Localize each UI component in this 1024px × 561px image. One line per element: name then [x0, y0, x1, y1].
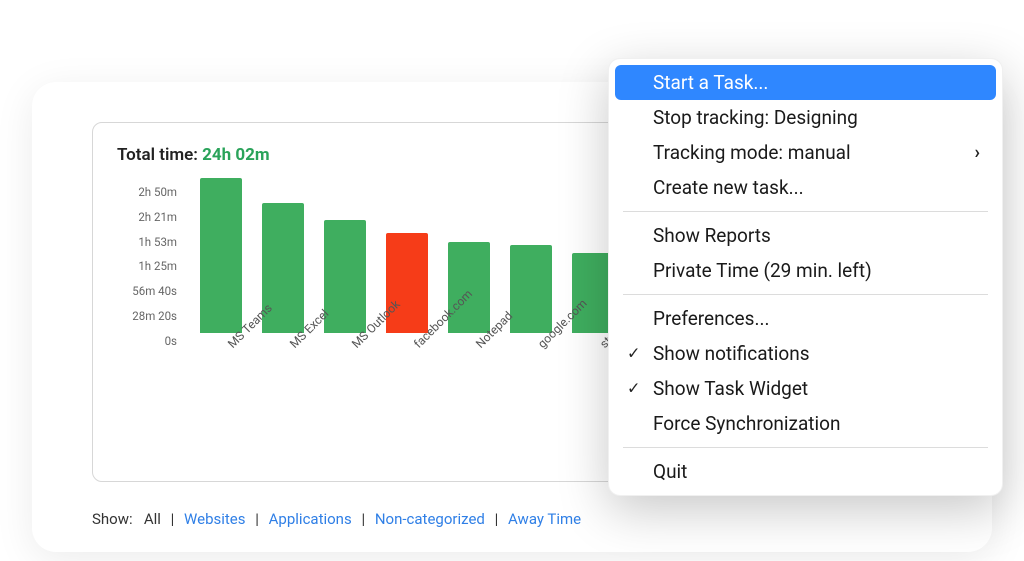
menu-separator: [623, 294, 988, 295]
bar[interactable]: [386, 233, 428, 333]
y-tick: 1h 25m: [138, 261, 177, 273]
menu-item-label: Stop tracking: Designing: [653, 106, 858, 129]
bar[interactable]: [200, 178, 242, 333]
menu-private-time[interactable]: Private Time (29 min. left): [609, 253, 1002, 288]
bar-column: facebook.com: [386, 233, 428, 347]
bar-column: MS Teams: [200, 178, 242, 347]
menu-force-sync[interactable]: Force Synchronization: [609, 406, 1002, 441]
bar[interactable]: [510, 245, 552, 333]
bar-label: MS Outlook: [349, 341, 359, 351]
menu-item-label: Show Reports: [653, 224, 771, 247]
bars-container: MS TeamsMS ExcelMS Outlookfacebook.comNo…: [182, 187, 614, 347]
bar-label: stackoverflow.com: [597, 341, 607, 351]
bar[interactable]: [448, 242, 490, 333]
check-icon: ✓: [627, 378, 640, 397]
bar-label: MS Teams: [225, 341, 235, 351]
menu-item-label: Private Time (29 min. left): [653, 259, 872, 282]
bar-column: MS Outlook: [324, 220, 366, 347]
menu-item-label: Tracking mode: manual: [653, 141, 851, 164]
menu-item-label: Show notifications: [653, 342, 810, 365]
menu-item-label: Preferences...: [653, 307, 769, 330]
menu-quit[interactable]: Quit: [609, 454, 1002, 489]
separator: |: [495, 510, 499, 528]
y-tick: 0s: [165, 336, 177, 348]
filter-awaytime[interactable]: Away Time: [508, 510, 581, 528]
filter-applications[interactable]: Applications: [269, 510, 352, 528]
menu-separator: [623, 447, 988, 448]
filter-label: Show:: [92, 510, 133, 528]
filter-row: Show: All | Websites | Applications | No…: [92, 510, 932, 528]
y-tick: 1h 53m: [138, 237, 177, 249]
bar-label: MS Excel: [287, 341, 297, 351]
menu-item-label: Force Synchronization: [653, 412, 840, 435]
menu-start-task[interactable]: Start a Task...: [615, 65, 996, 100]
menu-item-label: Show Task Widget: [653, 377, 808, 400]
bar-label: google.com: [535, 341, 545, 351]
separator: |: [255, 510, 259, 528]
menu-item-label: Quit: [653, 460, 687, 483]
bar-column: google.com: [510, 245, 552, 347]
menu-tracking-mode[interactable]: Tracking mode: manual ›: [609, 135, 1002, 170]
menu-separator: [623, 211, 988, 212]
total-time-value: 24h 02m: [202, 145, 270, 165]
check-icon: ✓: [627, 343, 640, 362]
menu-item-label: Create new task...: [653, 176, 804, 199]
filter-websites[interactable]: Websites: [184, 510, 245, 528]
y-tick: 2h 21m: [138, 212, 177, 224]
menu-show-task-widget[interactable]: ✓ Show Task Widget: [609, 371, 1002, 406]
y-tick: 56m 40s: [132, 286, 177, 298]
total-time-label: Total time:: [117, 145, 198, 165]
menu-show-reports[interactable]: Show Reports: [609, 218, 1002, 253]
menu-stop-tracking[interactable]: Stop tracking: Designing: [609, 100, 1002, 135]
filter-noncategorized[interactable]: Non-categorized: [375, 510, 485, 528]
bar-column: MS Excel: [262, 203, 304, 347]
y-axis: 2h 50m 2h 21m 1h 53m 1h 25m 56m 40s 28m …: [117, 187, 177, 347]
y-tick: 28m 20s: [132, 311, 177, 323]
menu-create-task[interactable]: Create new task...: [609, 170, 1002, 205]
chevron-right-icon: ›: [975, 142, 980, 163]
menu-preferences[interactable]: Preferences...: [609, 301, 1002, 336]
separator: |: [361, 510, 365, 528]
bar-label: Notepad: [473, 341, 483, 351]
context-menu: Start a Task... Stop tracking: Designing…: [608, 58, 1003, 496]
menu-item-label: Start a Task...: [653, 71, 768, 94]
filter-all[interactable]: All: [144, 510, 161, 528]
bar-label: facebook.com: [411, 341, 421, 351]
y-tick: 2h 50m: [138, 187, 177, 199]
menu-show-notifications[interactable]: ✓ Show notifications: [609, 336, 1002, 371]
separator: |: [171, 510, 175, 528]
